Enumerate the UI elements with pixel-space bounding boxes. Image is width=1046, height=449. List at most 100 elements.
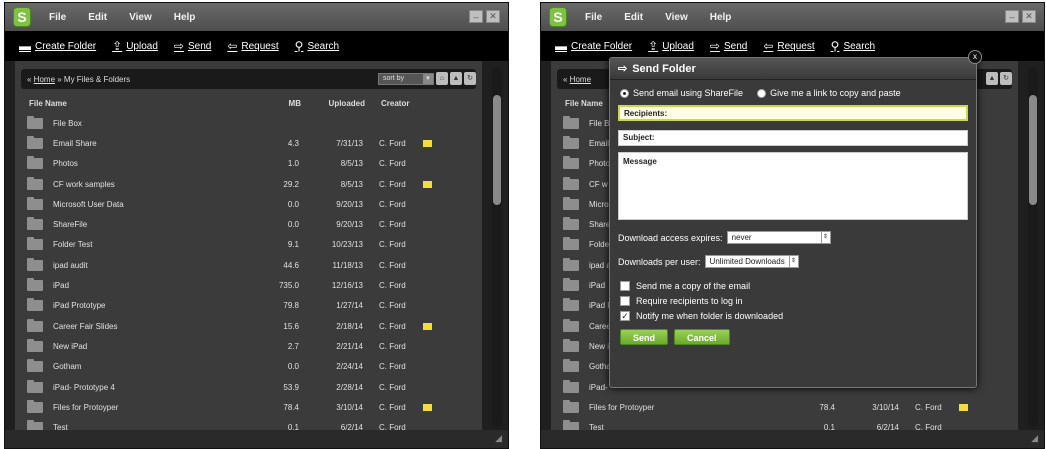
require-login-checkbox[interactable] (620, 296, 630, 306)
row-uploaded: 10/23/13 (331, 240, 363, 250)
table-row[interactable]: Career Fair Slides 15.6 2/18/14 C. Ford (15, 316, 482, 336)
row-mb: 2.7 (287, 341, 299, 351)
upload-button[interactable]: ⇪ Upload (648, 39, 694, 53)
message-textarea[interactable]: Message (618, 152, 968, 220)
create-folder-button[interactable]: ▬ Create Folder (19, 39, 96, 53)
folder-icon (27, 135, 43, 149)
menu-view[interactable]: View (129, 12, 152, 23)
row-mb: 53.9 (283, 382, 299, 392)
folder-icon (27, 359, 43, 373)
send-button[interactable]: ⇨ Send (174, 39, 211, 53)
radio-sharefile-email[interactable] (620, 88, 629, 98)
minimize-icon[interactable]: – (1005, 10, 1019, 23)
status-bar: ◢ (5, 430, 508, 448)
row-mb: 29.2 (283, 179, 299, 189)
resize-grip-icon[interactable]: ◢ (495, 433, 502, 444)
table-row[interactable]: File Box (15, 113, 482, 133)
minimize-icon[interactable]: – (469, 10, 483, 23)
folder-icon (27, 338, 43, 352)
note-icon[interactable] (422, 322, 432, 330)
expires-select[interactable]: never ⇕ (726, 231, 831, 244)
folder-icon (563, 298, 579, 312)
table-row[interactable]: ShareFile 0.0 9/20/13 C. Ford (15, 214, 482, 234)
up-icon[interactable]: ▲ (986, 72, 998, 85)
scrollbar[interactable] (492, 67, 502, 427)
notify-checkbox[interactable]: ✓ (620, 311, 630, 321)
table-row[interactable]: iPad- Prototype 4 53.9 2/28/14 C. Ford (15, 377, 482, 397)
column-file-name[interactable]: File Name (29, 99, 261, 108)
row-creator: C. Ford (379, 301, 406, 311)
column-creator[interactable]: Creator (365, 99, 419, 108)
close-icon[interactable]: ✕ (486, 10, 500, 23)
menu-help[interactable]: Help (710, 12, 732, 23)
request-button[interactable]: ⇦ Request (763, 39, 814, 53)
row-mb: 0.0 (287, 220, 299, 230)
radio-copy-link[interactable] (757, 88, 767, 98)
table-row[interactable]: CF work samples 29.2 8/5/13 C. Ford (15, 174, 482, 194)
row-name: iPad- (589, 382, 608, 392)
send-button[interactable]: ⇨ Send (710, 39, 747, 53)
folder-icon (563, 399, 579, 413)
folder-icon (563, 257, 579, 271)
sharefile-logo-icon: S (549, 7, 567, 27)
row-name: Caree (589, 321, 611, 331)
note-icon[interactable] (422, 403, 432, 411)
home-icon[interactable]: ⌂ (436, 72, 448, 85)
scrollbar-thumb[interactable] (493, 95, 501, 205)
downloads-per-user-select[interactable]: Unlimited Downloads ⇕ (704, 255, 799, 268)
copy-email-checkbox[interactable] (620, 281, 630, 291)
upload-button[interactable]: ⇪ Upload (112, 39, 158, 53)
menu-edit[interactable]: Edit (88, 12, 107, 23)
subject-field[interactable]: Subject: (618, 130, 968, 146)
row-name: iPad- Prototype 4 (53, 382, 115, 392)
table-row[interactable]: Files for Protoyper 78.4 3/10/14 C. Ford (551, 397, 1018, 417)
row-mb: 78.4 (283, 402, 299, 412)
table-row[interactable]: Microsoft User Data 0.0 9/20/13 C. Ford (15, 194, 482, 214)
close-icon[interactable]: ✕ (1022, 10, 1036, 23)
refresh-icon[interactable]: ↻ (464, 72, 476, 85)
row-creator: C. Ford (379, 321, 406, 331)
menu-help[interactable]: Help (174, 12, 196, 23)
up-icon[interactable]: ▲ (450, 72, 462, 85)
table-row[interactable]: Gotham 0.0 2/24/14 C. Ford (15, 357, 482, 377)
search-button[interactable]: ⚲ Search (295, 39, 339, 53)
note-icon[interactable] (422, 180, 432, 188)
resize-grip-icon[interactable]: ◢ (1031, 433, 1038, 444)
row-name: Gotha (589, 362, 611, 372)
table-row[interactable]: iPad Prototype 79.8 1/27/14 C. Ford (15, 296, 482, 316)
sort-by-select[interactable]: sort by ▼ (378, 73, 434, 85)
recipients-field[interactable]: Recipients: (618, 105, 968, 121)
breadcrumb-home[interactable]: Home (34, 75, 55, 84)
table-row[interactable]: ipad audit 44.6 11/18/13 C. Ford (15, 255, 482, 275)
row-creator: C. Ford (379, 159, 406, 169)
menu-file[interactable]: File (49, 12, 66, 23)
dialog-cancel-button[interactable]: Cancel (674, 329, 730, 345)
row-creator: C. Ford (915, 402, 942, 412)
table-row[interactable]: Files for Protoyper 78.4 3/10/14 C. Ford (15, 397, 482, 417)
menu-view[interactable]: View (665, 12, 688, 23)
note-icon[interactable] (958, 403, 968, 411)
column-uploaded[interactable]: Uploaded (301, 99, 365, 108)
table-row[interactable]: Photos 1.0 8/5/13 C. Ford (15, 154, 482, 174)
table-row[interactable]: New iPad 2.7 2/21/14 C. Ford (15, 336, 482, 356)
refresh-icon[interactable]: ↻ (1000, 72, 1012, 85)
folder-icon (27, 196, 43, 210)
table-row[interactable]: iPad 735.0 12/16/13 C. Ford (15, 275, 482, 295)
create-folder-button[interactable]: ▬ Create Folder (555, 39, 632, 53)
scrollbar[interactable] (1028, 67, 1038, 427)
note-icon[interactable] (422, 139, 432, 147)
breadcrumb-home[interactable]: Home (570, 75, 591, 84)
toolbar: ▬ Create Folder ⇪ Upload ⇨ Send ⇦ Request ⚲ S… (5, 31, 508, 61)
dialog-send-button[interactable]: Send (620, 329, 669, 345)
dialog-close-button[interactable]: x (968, 50, 982, 64)
table-row[interactable]: Folder Test 9.1 10/23/13 C. Ford (15, 235, 482, 255)
menu-edit[interactable]: Edit (624, 12, 643, 23)
row-name: iPad Prototype (53, 301, 106, 311)
column-mb[interactable]: MB (261, 99, 301, 108)
scrollbar-thumb[interactable] (1029, 95, 1037, 205)
menu-file[interactable]: File (585, 12, 602, 23)
folder-icon (563, 278, 579, 292)
request-button[interactable]: ⇦ Request (227, 39, 278, 53)
search-button[interactable]: ⚲ Search (831, 39, 875, 53)
table-row[interactable]: Email Share 4.3 7/31/13 C. Ford (15, 133, 482, 153)
